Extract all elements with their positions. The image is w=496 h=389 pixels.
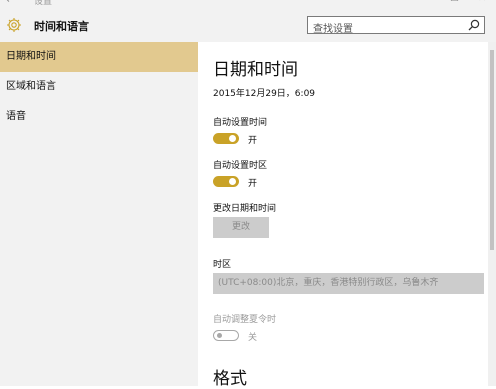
window-title: 设置 — [34, 0, 53, 7]
current-datetime: 2015年12月29日，6:09 — [213, 89, 316, 99]
auto-time-label: 自动设置时间 — [213, 118, 268, 128]
search-input[interactable] — [308, 21, 463, 38]
toggle-knob — [217, 333, 222, 338]
auto-timezone-toggle[interactable] — [213, 176, 239, 187]
dst-state: 关 — [248, 333, 258, 343]
settings-header: 时间和语言 — [0, 8, 496, 42]
timezone-value: (UTC+08:00)北京，重庆，香港特别行政区，乌鲁木齐 — [218, 278, 439, 288]
sidebar-item-speech[interactable]: 语音 — [0, 102, 198, 132]
timezone-label: 时区 — [213, 260, 232, 270]
auto-time-state: 开 — [248, 136, 258, 146]
scrollbar-thumb[interactable] — [490, 50, 494, 250]
timezone-select[interactable]: (UTC+08:00)北京，重庆，香港特别行政区，乌鲁木齐 — [213, 273, 484, 294]
content-scrollbar[interactable] — [488, 42, 496, 386]
search-box[interactable] — [307, 16, 485, 38]
close-button[interactable]: ✕ — [478, 0, 486, 4]
dst-toggle[interactable] — [213, 330, 239, 341]
toggle-knob — [229, 178, 236, 185]
auto-timezone-state: 开 — [248, 179, 258, 189]
window-titlebar: ← 设置 — ☐ ✕ — [0, 0, 496, 8]
change-button[interactable]: 更改 — [213, 217, 269, 238]
back-arrow-icon[interactable]: ← — [6, 0, 15, 6]
minimize-button[interactable]: — — [414, 0, 424, 4]
auto-timezone-label: 自动设置时区 — [213, 161, 268, 171]
dst-label: 自动调整夏令时 — [213, 315, 277, 325]
toggle-knob — [229, 135, 236, 142]
main-content: 日期和时间 2015年12月29日，6:09 自动设置时间 开 自动设置时区 开… — [198, 42, 488, 389]
auto-time-toggle[interactable] — [213, 133, 239, 144]
sidebar: 日期和时间 区域和语言 语音 — [0, 42, 198, 386]
sidebar-item-date-time[interactable]: 日期和时间 — [0, 42, 198, 72]
page-title: 日期和时间 — [213, 60, 298, 80]
sidebar-item-region-language[interactable]: 区域和语言 — [0, 72, 198, 102]
maximize-button[interactable]: ☐ — [450, 0, 459, 4]
format-section-title: 格式 — [213, 369, 247, 389]
change-datetime-label: 更改日期和时间 — [213, 204, 277, 214]
search-icon[interactable] — [468, 19, 480, 31]
gear-icon — [7, 18, 21, 32]
page-category-title: 时间和语言 — [34, 20, 89, 33]
